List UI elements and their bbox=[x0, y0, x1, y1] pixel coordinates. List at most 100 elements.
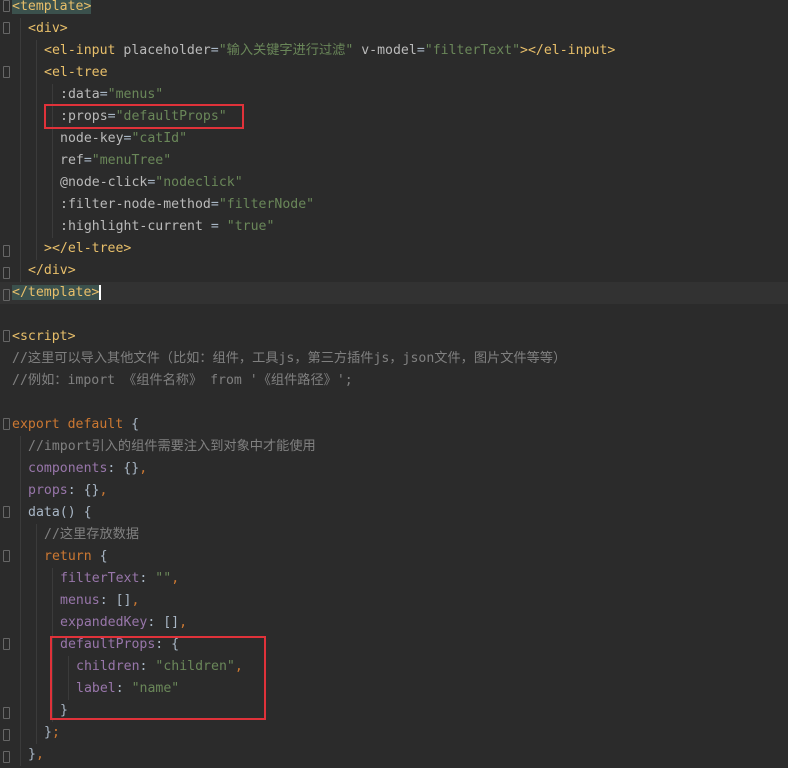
indent-guide bbox=[52, 172, 53, 194]
code-line[interactable]: //这里可以导入其他文件（比如：组件，工具js，第三方插件js，json文件，图… bbox=[0, 348, 788, 370]
indent-guide bbox=[20, 502, 21, 524]
indent-guide bbox=[36, 150, 37, 172]
code-token: //import引入的组件需要注入到对象中才能使用 bbox=[28, 439, 316, 454]
code-line[interactable]: <div> bbox=[0, 18, 788, 40]
code-text: }; bbox=[44, 722, 60, 744]
code-text: expandedKey: [], bbox=[60, 612, 187, 634]
fold-open-icon[interactable] bbox=[3, 0, 10, 12]
code-line[interactable]: <script> bbox=[0, 326, 788, 348]
code-token: </div> bbox=[28, 263, 76, 278]
code-line[interactable]: <el-tree bbox=[0, 62, 788, 84]
code-line[interactable]: ></el-tree> bbox=[0, 238, 788, 260]
gutter bbox=[0, 700, 12, 722]
code-text: components: {}, bbox=[28, 458, 147, 480]
code-line[interactable]: <el-input placeholder="输入关键字进行过滤" v-mode… bbox=[0, 40, 788, 62]
code-token: expandedKey bbox=[60, 615, 148, 630]
code-line[interactable]: //import引入的组件需要注入到对象中才能使用 bbox=[0, 436, 788, 458]
indent-guide bbox=[52, 150, 53, 172]
fold-close-icon[interactable] bbox=[3, 245, 10, 257]
gutter bbox=[0, 414, 12, 436]
code-token: return bbox=[44, 549, 100, 564]
indent-guide bbox=[20, 480, 21, 502]
indent-guide bbox=[20, 40, 21, 62]
indent-guide bbox=[36, 238, 37, 260]
code-line[interactable]: :highlight-current = "true" bbox=[0, 216, 788, 238]
code-line[interactable]: }, bbox=[0, 744, 788, 766]
indent-guide bbox=[52, 194, 53, 216]
code-token: <el-input bbox=[44, 43, 124, 58]
indent-guide bbox=[36, 106, 37, 128]
code-line[interactable]: //这里存放数据 bbox=[0, 524, 788, 546]
gutter bbox=[0, 436, 12, 458]
indent-guide bbox=[36, 634, 37, 656]
gutter bbox=[0, 502, 12, 524]
code-text: <el-input placeholder="输入关键字进行过滤" v-mode… bbox=[44, 40, 615, 62]
gutter bbox=[0, 18, 12, 40]
code-line[interactable]: }; bbox=[0, 722, 788, 744]
indent-guide bbox=[52, 84, 53, 106]
code-line[interactable]: <template> bbox=[0, 0, 788, 18]
code-token: @node-click bbox=[60, 175, 148, 190]
code-text: ref="menuTree" bbox=[60, 150, 171, 172]
fold-close-icon[interactable] bbox=[3, 267, 10, 279]
fold-open-icon[interactable] bbox=[3, 638, 10, 650]
code-token: { bbox=[131, 417, 140, 432]
code-line[interactable]: ref="menuTree" bbox=[0, 150, 788, 172]
fold-close-icon[interactable] bbox=[3, 289, 10, 301]
fold-close-icon[interactable] bbox=[3, 729, 10, 741]
code-token: </template> bbox=[12, 285, 100, 300]
gutter bbox=[0, 656, 12, 678]
code-line[interactable]: node-key="catId" bbox=[0, 128, 788, 150]
indent-guide bbox=[20, 546, 21, 568]
code-line[interactable]: filterText: "", bbox=[0, 568, 788, 590]
fold-open-icon[interactable] bbox=[3, 506, 10, 518]
code-text: :highlight-current = "true" bbox=[60, 216, 274, 238]
code-text: filterText: "", bbox=[60, 568, 179, 590]
indent-guide bbox=[20, 62, 21, 84]
code-token: = bbox=[210, 43, 219, 58]
code-text: data() { bbox=[28, 502, 92, 524]
fold-close-icon[interactable] bbox=[3, 751, 10, 763]
indent-guide bbox=[20, 524, 21, 546]
code-text: <el-tree bbox=[44, 62, 108, 84]
code-token: ></el-input> bbox=[520, 43, 616, 58]
code-line[interactable]: </div> bbox=[0, 260, 788, 282]
code-line[interactable]: </template> bbox=[0, 282, 788, 304]
code-line[interactable] bbox=[0, 392, 788, 414]
indent-guide bbox=[20, 84, 21, 106]
fold-open-icon[interactable] bbox=[3, 22, 10, 34]
code-token: "menus" bbox=[107, 87, 164, 102]
code-text: //例如：import 《组件名称》 from '《组件路径》'; bbox=[12, 370, 353, 392]
code-line[interactable] bbox=[0, 304, 788, 326]
code-line[interactable]: props: {}, bbox=[0, 480, 788, 502]
code-line[interactable]: expandedKey: [], bbox=[0, 612, 788, 634]
code-line[interactable]: components: {}, bbox=[0, 458, 788, 480]
code-line[interactable]: //例如：import 《组件名称》 from '《组件路径》'; bbox=[0, 370, 788, 392]
code-line[interactable]: :data="menus" bbox=[0, 84, 788, 106]
code-line[interactable]: :filter-node-method="filterNode" bbox=[0, 194, 788, 216]
code-line[interactable]: export default { bbox=[0, 414, 788, 436]
code-token: data bbox=[28, 505, 60, 520]
code-text: //import引入的组件需要注入到对象中才能使用 bbox=[28, 436, 316, 458]
indent-guide bbox=[20, 634, 21, 656]
code-token: props bbox=[28, 483, 68, 498]
gutter bbox=[0, 194, 12, 216]
code-text: <div> bbox=[28, 18, 68, 40]
fold-open-icon[interactable] bbox=[3, 418, 10, 430]
code-token: : bbox=[139, 571, 156, 586]
fold-close-icon[interactable] bbox=[3, 707, 10, 719]
code-line[interactable]: data() { bbox=[0, 502, 788, 524]
indent-guide bbox=[36, 590, 37, 612]
indent-guide bbox=[20, 744, 21, 766]
fold-open-icon[interactable] bbox=[3, 66, 10, 78]
code-line[interactable]: menus: [], bbox=[0, 590, 788, 612]
fold-open-icon[interactable] bbox=[3, 330, 10, 342]
code-editor[interactable]: <template> <div> <el-input placeholder="输入… bbox=[0, 0, 788, 768]
indent-guide bbox=[20, 590, 21, 612]
code-token: , bbox=[171, 571, 180, 586]
code-line[interactable]: @node-click="nodeclick" bbox=[0, 172, 788, 194]
indent-guide bbox=[20, 568, 21, 590]
code-line[interactable]: return { bbox=[0, 546, 788, 568]
fold-open-icon[interactable] bbox=[3, 550, 10, 562]
code-token: <script> bbox=[12, 329, 76, 344]
